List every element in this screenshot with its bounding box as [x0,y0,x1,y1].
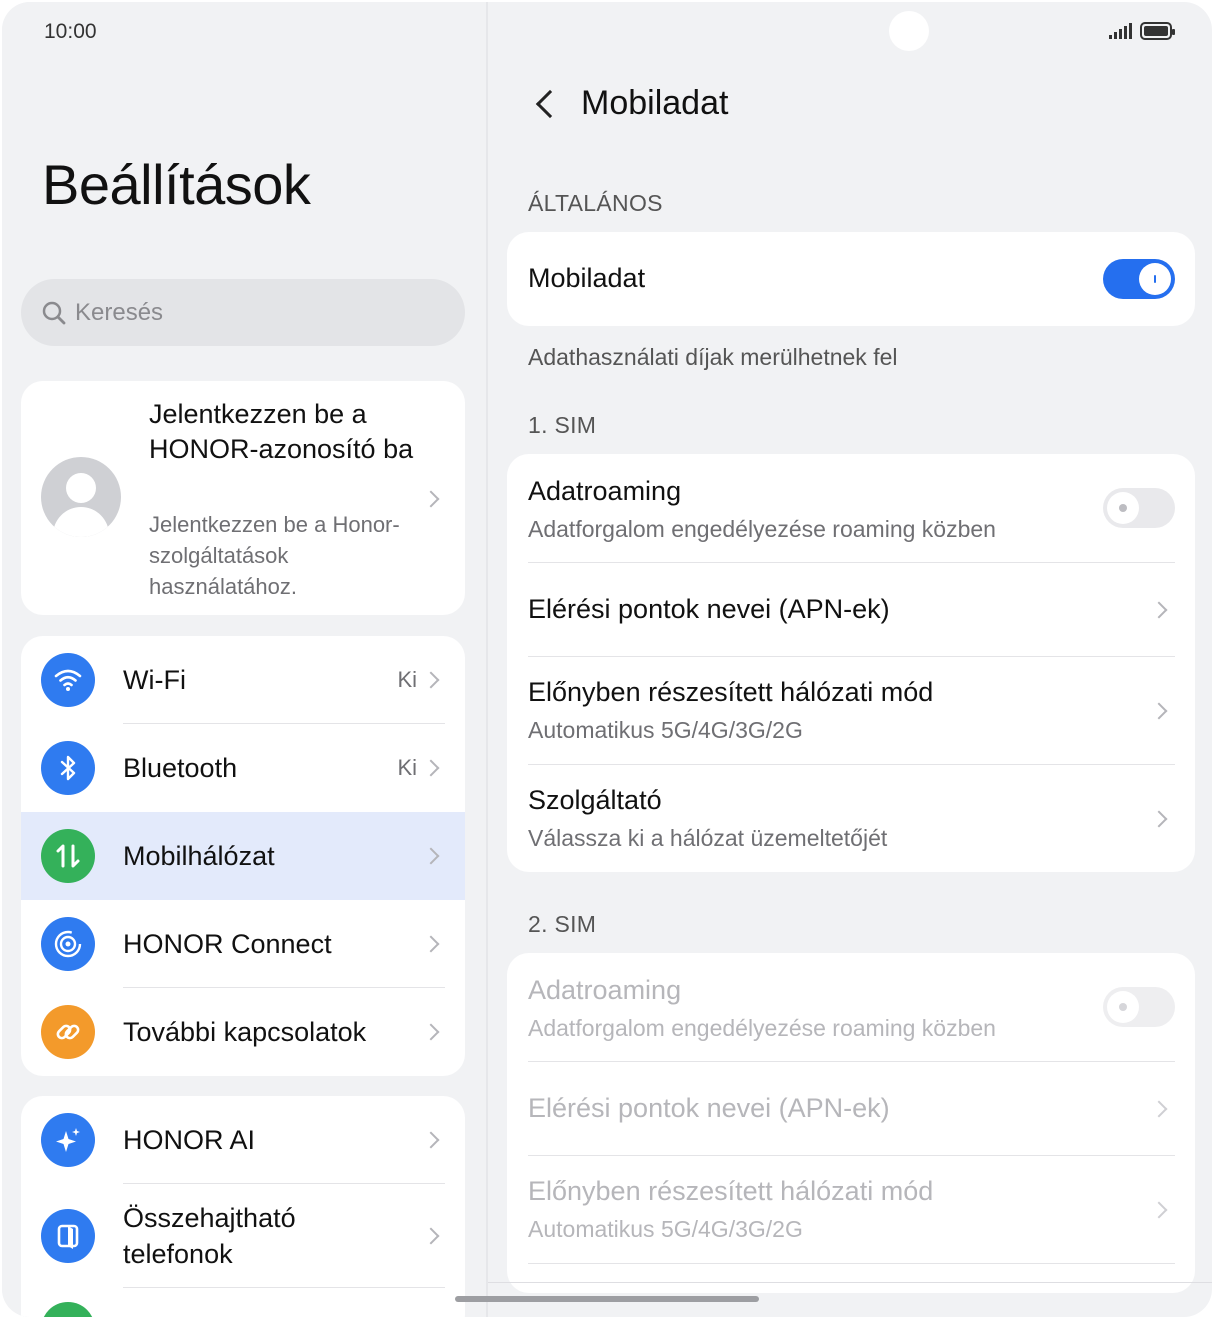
sim1-provider-title: Szolgáltató [528,785,662,815]
chevron-right-icon [422,1131,440,1149]
honor-connect-icon [41,917,95,971]
sim1-roaming-subtitle: Adatforgalom engedélyezése roaming közbe… [528,516,996,542]
chevron-right-icon [422,935,440,953]
sim1-roaming-row[interactable]: Adatroaming Adatforgalom engedélyezése r… [507,454,1195,562]
sim2-roaming-subtitle: Adatforgalom engedélyezése roaming közbe… [528,1015,996,1041]
sidebar-item-mobile-network[interactable]: Mobilhálózat [21,812,465,900]
home-indicator[interactable] [455,1296,759,1302]
sim2-apn-row: Elérési pontok nevei (APN-ek) [507,1062,1195,1155]
front-camera [889,11,929,51]
sim2-roaming-toggle [1103,987,1175,1027]
account-title: Jelentkezzen be a HONOR-azonosító ba [149,399,414,464]
status-icons [1109,22,1175,40]
sidebar-item-label: HONOR AI [123,1124,256,1155]
wifi-icon [41,653,95,707]
search-input[interactable]: Keresés [21,279,465,346]
chevron-right-icon [422,490,440,508]
mobile-data-toggle[interactable] [1103,259,1175,299]
settings-pane: 10:00 Beállítások Keresés Jelentkezzen b… [2,2,486,1317]
sim1-provider-subtitle: Válassza ki a hálózat üzemeltetőjét [528,825,888,851]
sim2-roaming-title: Adatroaming [528,975,682,1005]
sim1-preferred-mode-title: Előnyben részesített hálózati mód [528,677,934,707]
sim1-card: Adatroaming Adatforgalom engedélyezése r… [507,454,1195,872]
bluetooth-icon [41,741,95,795]
mobile-data-card: Mobiladat [507,232,1195,326]
sidebar-item-label: Bluetooth [123,752,238,783]
chevron-right-icon [1150,702,1168,720]
detail-title: Mobiladat [581,84,729,122]
chevron-right-icon [422,847,440,865]
avatar [41,457,121,537]
sim2-apn-label: Elérési pontok nevei (APN-ek) [528,1093,890,1123]
data-charges-note: Adathasználati díjak merülhetnek fel [528,344,898,370]
sim2-preferred-mode-title: Előnyben részesített hálózati mód [528,1176,934,1206]
sidebar-item-wifi[interactable]: Wi-Fi Ki [21,636,465,724]
sidebar-item-label: Összehajtható telefonok [123,1203,296,1269]
sim1-provider-row[interactable]: Szolgáltató Válassza ki a hálózat üzemel… [507,765,1195,872]
sidebar-item-label: További kapcsolatok [123,1016,367,1047]
search-placeholder: Keresés [75,298,164,326]
sim2-roaming-row: Adatroaming Adatforgalom engedélyezése r… [507,953,1195,1061]
sidebar-item-honor-ai[interactable]: HONOR AI [21,1096,465,1184]
bluetooth-status: Ki [397,755,417,780]
features-group: HONOR AI Összehajtható telefonok [21,1096,465,1317]
sim1-preferred-mode-subtitle: Automatikus 5G/4G/3G/2G [528,717,803,743]
signal-icon [1109,23,1132,39]
sidebar-item-label: Wi-Fi [123,664,186,695]
chevron-right-icon [422,1227,440,1245]
sim1-apn-row[interactable]: Elérési pontok nevei (APN-ek) [507,563,1195,656]
connections-group: Wi-Fi Ki Bluetooth Ki Mobilhálózat HONOR… [21,636,465,1076]
section-sim2: 2. SIM [528,911,597,937]
sidebar-item-bluetooth[interactable]: Bluetooth Ki [21,724,465,812]
chevron-right-icon [422,1023,440,1041]
link-icon [41,1005,95,1059]
sidebar-item-label: Mobilhálózat [123,840,275,871]
sim2-preferred-mode-row: Előnyben részesített hálózati mód Automa… [507,1156,1195,1263]
battery-icon [1140,22,1175,40]
sim1-apn-label: Elérési pontok nevei (APN-ek) [528,594,890,624]
sidebar-item-more-connections[interactable]: További kapcsolatok [21,988,465,1076]
device-screen: 10:00 Beállítások Keresés Jelentkezzen b… [2,2,1212,1317]
sidebar-item-honor-connect[interactable]: HONOR Connect [21,900,465,988]
account-subtitle: Jelentkezzen be a Honor-szolgáltatások h… [149,512,400,599]
sim1-preferred-mode-row[interactable]: Előnyben részesített hálózati mód Automa… [507,657,1195,764]
sim2-preferred-mode-subtitle: Automatikus 5G/4G/3G/2G [528,1216,803,1242]
sidebar-item-label: HONOR Connect [123,928,332,959]
chevron-right-icon [422,759,440,777]
section-sim1: 1. SIM [528,412,597,438]
page-title: Beállítások [42,153,311,216]
sim2-card: Adatroaming Adatforgalom engedélyezése r… [507,953,1195,1293]
wifi-status: Ki [397,667,417,692]
chevron-right-icon [1150,810,1168,828]
foldable-icon [41,1209,95,1263]
sidebar-item-foldable-phones[interactable]: Összehajtható telefonok [21,1184,465,1288]
sim1-roaming-title: Adatroaming [528,476,682,506]
status-time: 10:00 [44,20,97,43]
section-general: ÁLTALÁNOS [528,190,663,216]
search-icon [42,301,66,324]
chevron-right-icon [422,671,440,689]
mobile-data-label: Mobiladat [528,263,646,293]
back-arrow-icon[interactable] [535,89,565,119]
chevron-right-icon [1150,601,1168,619]
mobile-data-icon [41,829,95,883]
account-card[interactable]: Jelentkezzen be a HONOR-azonosító ba Jel… [21,381,465,615]
partial-item-icon [41,1302,95,1317]
sim1-roaming-toggle[interactable] [1103,488,1175,528]
ai-sparkle-icon [41,1113,95,1167]
chevron-right-icon [1150,1201,1168,1219]
chevron-right-icon [1150,1100,1168,1118]
